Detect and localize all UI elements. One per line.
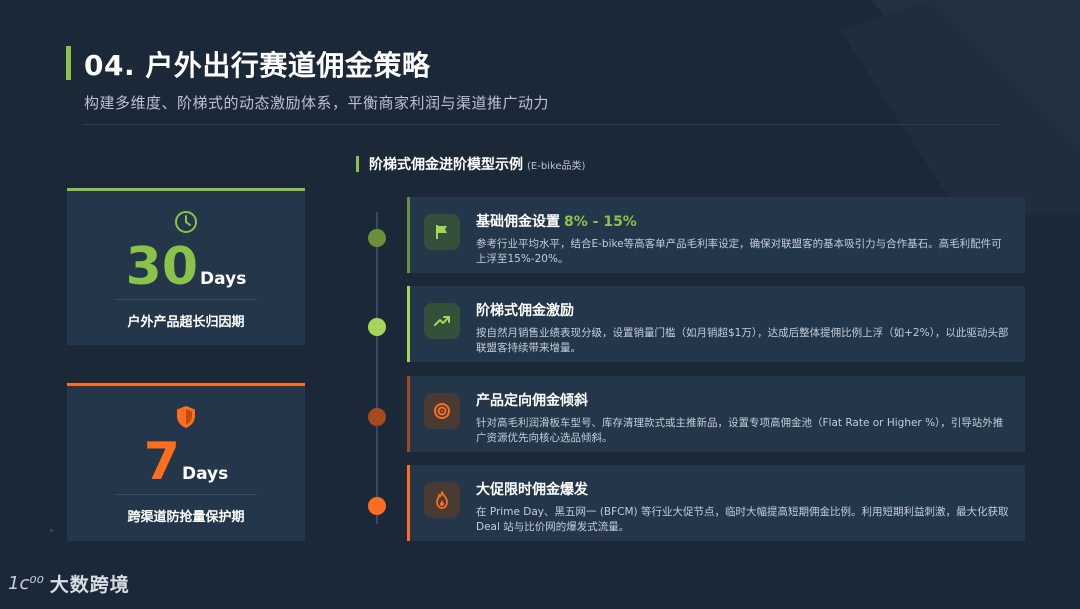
header-divider — [84, 124, 1000, 125]
step-title-text: 基础佣金设置 — [476, 214, 560, 230]
step-title-text: 阶梯式佣金激励 — [476, 303, 574, 319]
step-description: 针对高毛利润滑板车型号、库存清理款式或主推新品，设置专项高佣金池（Flat Ra… — [476, 417, 1004, 444]
logo-mark: 1ᴄ⁰⁰ — [8, 573, 44, 594]
section-heading: 阶梯式佣金进阶模型示例 (E-bike品类) — [356, 154, 585, 174]
clock-icon — [175, 211, 197, 233]
title-accent-bar — [66, 46, 71, 80]
step-description: 在 Prime Day、黑五网一 (BFCM) 等行业大促节点，临时大幅提高短期… — [476, 506, 1009, 533]
stat-value: 7 Days — [67, 434, 305, 490]
stat-unit: Days — [181, 464, 229, 484]
page-subtitle: 构建多维度、阶梯式的动态激励体系，平衡商家利润与渠道推广动力 — [84, 94, 550, 112]
timeline-dot — [368, 408, 386, 426]
step-card-targeted-commission: 产品定向佣金倾斜 针对高毛利润滑板车型号、库存清理款式或主推新品，设置专项高佣金… — [407, 376, 1025, 452]
brand-logo: 1ᴄ⁰⁰ 大数跨境 — [8, 570, 130, 597]
step-icon-box — [424, 393, 460, 429]
logo-text: 大数跨境 — [49, 574, 130, 596]
step-title: 产品定向佣金倾斜 — [476, 390, 588, 410]
stat-number: 7 — [143, 432, 180, 492]
fire-icon — [436, 491, 448, 509]
step-card-tiered-incentive: 阶梯式佣金激励 按自然月销售业绩表现分级，设置销量门槛（如月销超$1万），达成后… — [407, 286, 1025, 362]
page-title: 04. 户外出行赛道佣金策略 — [84, 49, 431, 82]
step-accent — [407, 197, 410, 273]
shield-icon — [177, 406, 195, 428]
trend-up-icon — [434, 316, 450, 326]
step-title: 阶梯式佣金激励 — [476, 300, 574, 320]
stat-card-protection: 7 Days 跨渠道防抢量保护期 — [67, 383, 305, 541]
section-label: 阶梯式佣金进阶模型示例 — [369, 157, 523, 173]
stat-divider — [115, 299, 257, 300]
step-title-text: 大促限时佣金爆发 — [476, 482, 588, 498]
step-icon-box — [424, 482, 460, 518]
step-card-promo-burst: 大促限时佣金爆发 在 Prime Day、黑五网一 (BFCM) 等行业大促节点… — [407, 465, 1025, 541]
step-accent — [407, 286, 410, 362]
timeline-dot — [368, 497, 386, 515]
step-title: 基础佣金设置 8% - 15% — [476, 211, 637, 231]
timeline-line — [376, 212, 378, 524]
stat-number: 30 — [125, 237, 199, 297]
stat-label: 户外产品超长归因期 — [127, 315, 245, 330]
section-accent-bar — [356, 156, 359, 172]
step-title-highlight: 8% - 15% — [564, 214, 637, 230]
step-title-text: 产品定向佣金倾斜 — [476, 393, 588, 409]
step-icon-box — [424, 214, 460, 250]
step-icon-box — [424, 303, 460, 339]
timeline-dot — [368, 229, 386, 247]
stat-label: 跨渠道防抢量保护期 — [127, 510, 245, 525]
step-description: 按自然月销售业绩表现分级，设置销量门槛（如月销超$1万），达成后整体提佣比例上浮… — [476, 327, 1009, 354]
timeline-dot — [368, 318, 386, 336]
stat-unit: Days — [200, 269, 247, 289]
step-description: 参考行业平均水平，结合E-bike等高客单产品毛利率设定，确保对联盟客的基本吸引… — [476, 238, 1002, 265]
stat-divider — [115, 494, 257, 495]
flag-icon — [436, 225, 447, 239]
decorative-dot — [50, 529, 53, 532]
stat-value: 30 Days — [67, 239, 305, 295]
target-icon — [434, 403, 450, 419]
step-accent — [407, 376, 410, 452]
section-sublabel: (E-bike品类) — [527, 161, 586, 172]
step-title: 大促限时佣金爆发 — [476, 479, 588, 499]
stat-card-attribution: 30 Days 户外产品超长归因期 — [67, 188, 305, 345]
step-accent — [407, 465, 410, 541]
step-card-base-commission: 基础佣金设置 8% - 15% 参考行业平均水平，结合E-bike等高客单产品毛利… — [407, 197, 1025, 273]
